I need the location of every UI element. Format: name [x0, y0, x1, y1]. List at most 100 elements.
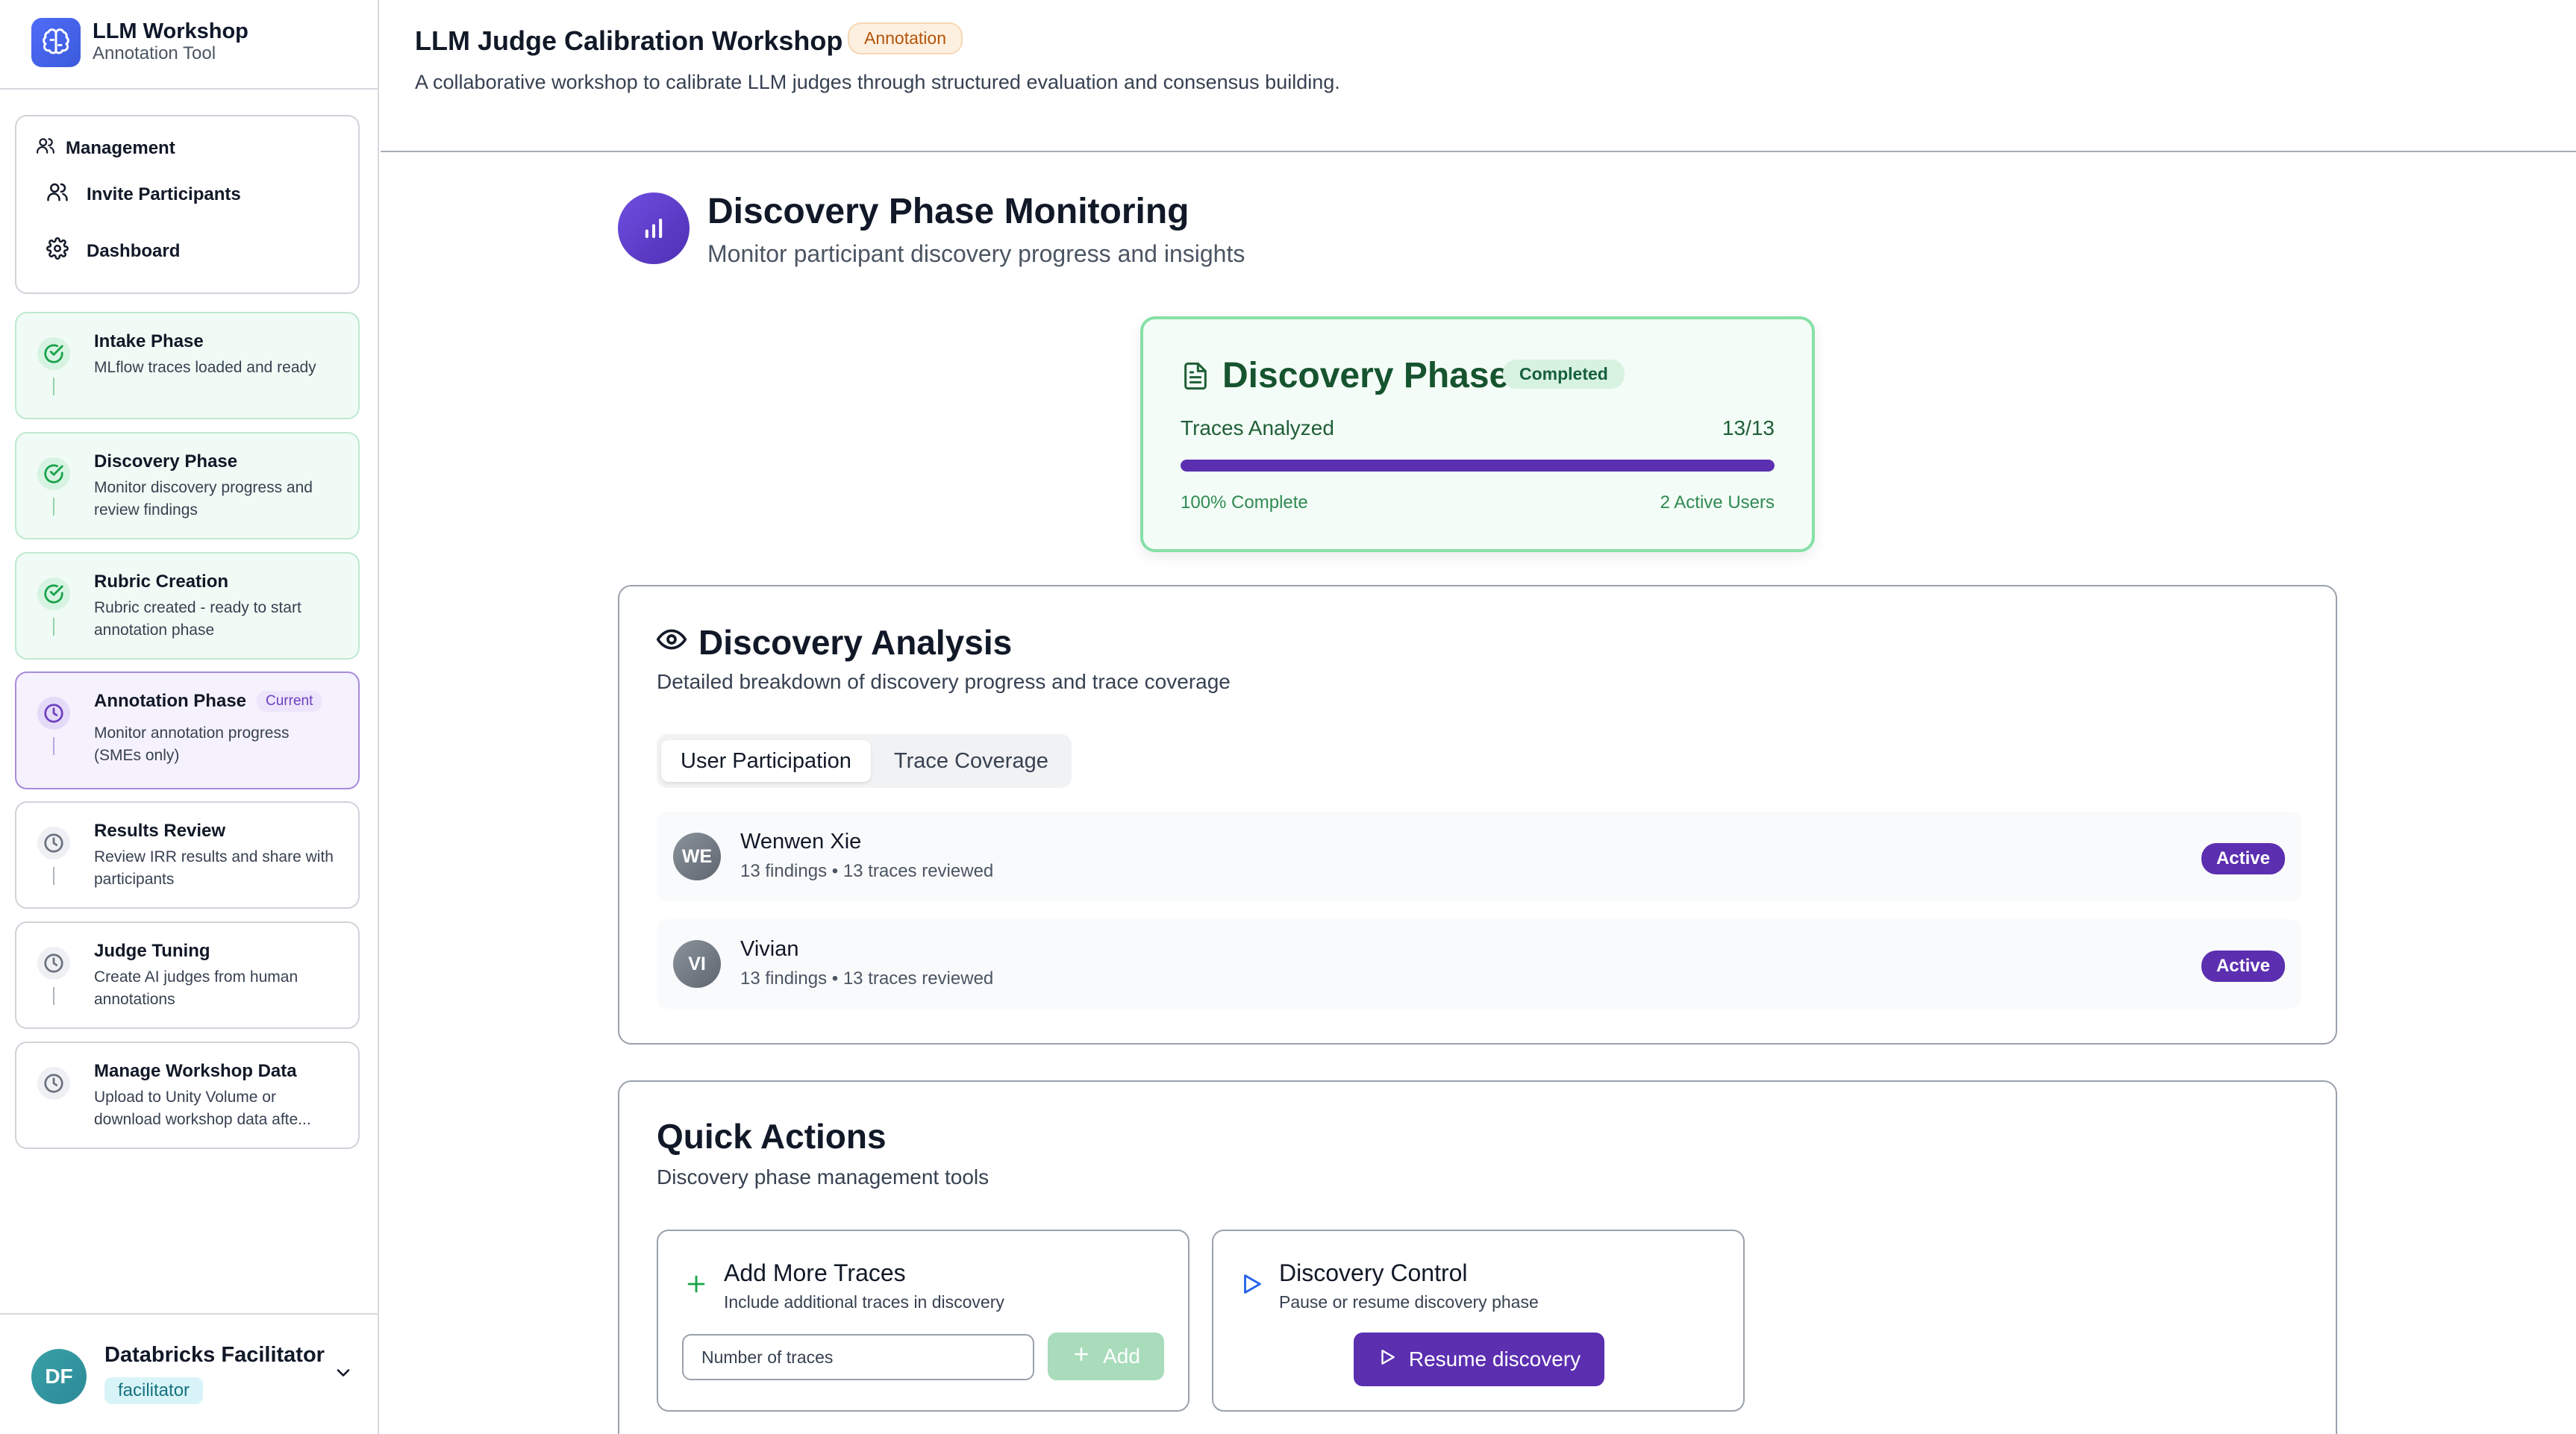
- users-icon: [36, 136, 55, 160]
- page-title: LLM Judge Calibration Workshop: [415, 25, 843, 56]
- status-badge: Active: [2201, 951, 2285, 982]
- management-heading-label: Management: [66, 137, 175, 158]
- management-panel: Management Invite Participants Dashboard: [15, 115, 360, 294]
- dashboard-button[interactable]: Dashboard: [46, 237, 180, 265]
- tab-user-participation[interactable]: User Participation: [661, 740, 871, 782]
- phase-connector: [53, 378, 54, 395]
- quick-actions-title: Quick Actions: [657, 1117, 887, 1156]
- monitoring-subtitle: Monitor participant discovery progress a…: [707, 240, 1245, 267]
- status-badge: Active: [2201, 843, 2285, 874]
- phase-results-review[interactable]: Results Review Review IRR results and sh…: [15, 801, 360, 909]
- phase-manage-workshop-data[interactable]: Manage Workshop Data Upload to Unity Vol…: [15, 1042, 360, 1149]
- users-icon: [46, 181, 69, 208]
- phase-connector: [53, 737, 54, 755]
- active-users-count: 2 Active Users: [1660, 492, 1775, 513]
- user-stats: 13 findings • 13 traces reviewed: [740, 861, 994, 881]
- clock-icon: [37, 1067, 70, 1100]
- phase-connector: [53, 867, 54, 885]
- phase-rubric-creation[interactable]: Rubric Creation Rubric created - ready t…: [15, 552, 360, 660]
- number-of-traces-input[interactable]: [682, 1334, 1034, 1380]
- user-name: Vivian: [740, 937, 799, 961]
- discovery-control-subtitle: Pause or resume discovery phase: [1279, 1292, 1539, 1312]
- check-circle-icon: [37, 337, 70, 370]
- sidebar: LLM Workshop Annotation Tool Management …: [0, 0, 379, 1434]
- list-item: VI Vivian 13 findings • 13 traces review…: [657, 919, 2301, 1009]
- phase-title-label: Annotation Phase: [94, 691, 247, 711]
- brand-header: LLM Workshop Annotation Tool: [0, 0, 378, 90]
- phase-judge-tuning[interactable]: Judge Tuning Create AI judges from human…: [15, 921, 360, 1029]
- file-text-icon: [1181, 361, 1210, 395]
- add-traces-subtitle: Include additional traces in discovery: [724, 1292, 1004, 1312]
- add-button-label: Add: [1103, 1344, 1140, 1368]
- quick-actions-subtitle: Discovery phase management tools: [657, 1165, 990, 1189]
- phase-title: Discovery Phase: [94, 451, 238, 472]
- progress-bar: [1181, 460, 1775, 472]
- phase-description: Create AI judges from human annotations: [94, 968, 298, 1008]
- phase-description: MLflow traces loaded and ready: [94, 359, 316, 376]
- brain-logo-icon: [31, 18, 81, 67]
- avatar: DF: [31, 1349, 87, 1404]
- phase-intake[interactable]: Intake Phase MLflow traces loaded and re…: [15, 312, 360, 419]
- phase-description: Rubric created - ready to start annotati…: [94, 599, 301, 639]
- traces-analyzed-count: 13/13: [1722, 416, 1775, 439]
- add-traces-button[interactable]: Add: [1048, 1333, 1164, 1380]
- dashboard-label: Dashboard: [87, 240, 181, 261]
- play-icon: [1378, 1347, 1397, 1372]
- management-heading: Management: [36, 136, 175, 160]
- avatar: VI: [673, 940, 721, 988]
- check-circle-icon: [37, 577, 70, 610]
- brand-title: LLM Workshop: [93, 19, 248, 43]
- add-traces-title: Add More Traces: [724, 1259, 906, 1286]
- brand-subtitle: Annotation Tool: [93, 43, 216, 63]
- phase-title: Manage Workshop Data: [94, 1061, 297, 1081]
- analysis-title: Discovery Analysis: [698, 623, 1013, 662]
- discovery-control-title: Discovery Control: [1279, 1259, 1468, 1286]
- phase-connector: [53, 498, 54, 516]
- avatar: WE: [673, 833, 721, 880]
- phase-description: Monitor annotation progress (SMEs only): [94, 724, 290, 764]
- plus-icon: [1072, 1344, 1091, 1369]
- discovery-analysis-panel: Discovery Analysis Detailed breakdown of…: [618, 585, 2337, 1045]
- quick-actions-panel: Quick Actions Discovery phase management…: [618, 1080, 2337, 1434]
- gear-icon: [46, 237, 69, 265]
- eye-icon: [656, 622, 687, 663]
- progress-fill: [1181, 460, 1775, 472]
- check-circle-icon: [37, 457, 70, 490]
- discovery-card-title: Discovery Phase: [1222, 356, 1510, 395]
- monitoring-title: Discovery Phase Monitoring: [707, 192, 1189, 231]
- phase-title: Rubric Creation: [94, 572, 229, 592]
- phase-badge: Annotation: [848, 22, 963, 54]
- analysis-tabs: User Participation Trace Coverage: [657, 734, 1072, 788]
- phase-annotation[interactable]: Annotation Phase Current Monitor annotati…: [15, 671, 360, 789]
- clock-icon: [37, 947, 70, 980]
- status-badge: Completed: [1503, 360, 1625, 389]
- chevron-down-icon[interactable]: [333, 1362, 354, 1387]
- phase-connector: [53, 618, 54, 636]
- plus-icon: [684, 1271, 709, 1300]
- invite-participants-button[interactable]: Invite Participants: [46, 181, 241, 208]
- traces-analyzed-label: Traces Analyzed: [1181, 416, 1334, 439]
- resume-discovery-button[interactable]: Resume discovery: [1354, 1333, 1604, 1386]
- phase-title: Annotation Phase Current: [94, 691, 322, 712]
- phase-description: Review IRR results and share with partic…: [94, 848, 334, 888]
- user-menu[interactable]: DF Databricks Facilitator facilitator: [0, 1313, 378, 1434]
- list-item: WE Wenwen Xie 13 findings • 13 traces re…: [657, 812, 2301, 901]
- analysis-subtitle: Detailed breakdown of discovery progress…: [657, 670, 1231, 693]
- resume-discovery-label: Resume discovery: [1408, 1347, 1581, 1371]
- role-badge: facilitator: [104, 1377, 204, 1404]
- current-badge: Current: [257, 691, 322, 712]
- phase-discovery[interactable]: Discovery Phase Monitor discovery progre…: [15, 432, 360, 539]
- phase-description: Upload to Unity Volume or download works…: [94, 1089, 311, 1128]
- tab-trace-coverage[interactable]: Trace Coverage: [875, 740, 1068, 782]
- clock-icon: [37, 697, 70, 730]
- bar-chart-icon: [618, 192, 690, 264]
- analysis-heading: Discovery Analysis: [656, 622, 1013, 663]
- clock-icon: [37, 827, 70, 860]
- phase-title: Results Review: [94, 821, 226, 841]
- percent-complete: 100% Complete: [1181, 492, 1308, 513]
- user-stats: 13 findings • 13 traces reviewed: [740, 968, 994, 989]
- discovery-control-card: Discovery Control Pause or resume discov…: [1212, 1230, 1745, 1412]
- phase-title: Judge Tuning: [94, 941, 210, 961]
- invite-participants-label: Invite Participants: [87, 184, 241, 204]
- user-name: Wenwen Xie: [740, 830, 862, 854]
